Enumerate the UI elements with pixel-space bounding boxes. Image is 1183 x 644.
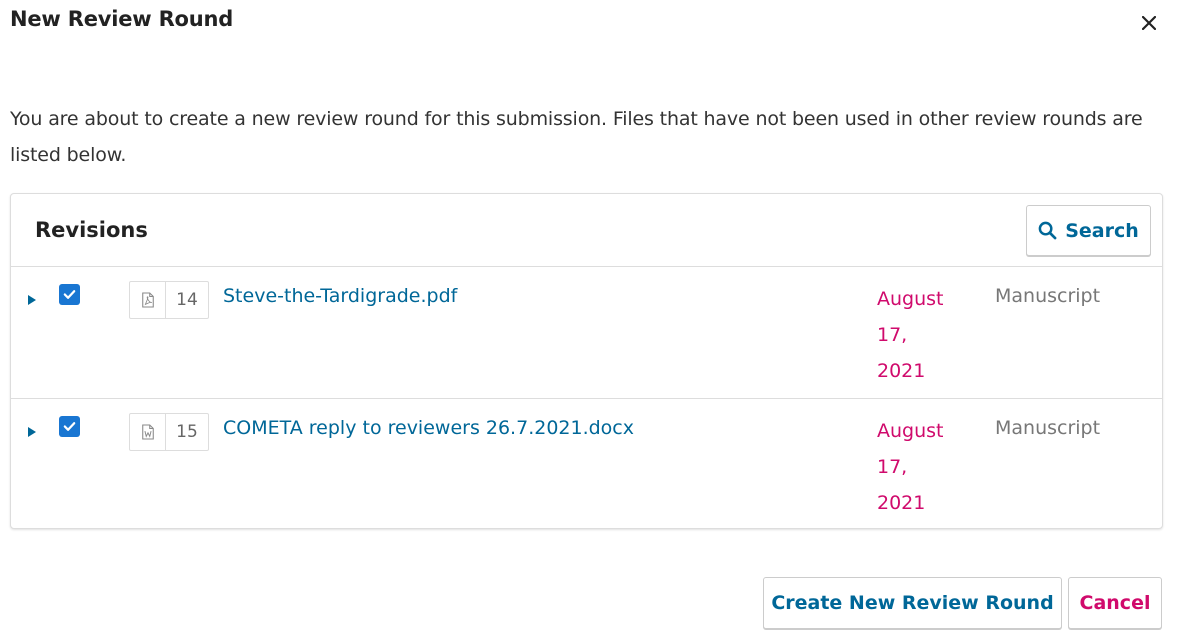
panel-title: Revisions — [35, 218, 148, 242]
file-id-badge: 15 — [129, 413, 209, 451]
pdf-file-icon — [130, 282, 166, 318]
file-row: 15 COMETA reply to reviewers 26.7.2021.d… — [11, 400, 1162, 531]
caret-right-icon — [28, 427, 36, 437]
modal-title: New Review Round — [10, 7, 234, 31]
word-file-icon — [130, 414, 166, 450]
file-name-link[interactable]: COMETA reply to reviewers 26.7.2021.docx — [223, 417, 634, 439]
search-label: Search — [1065, 219, 1139, 242]
caret-right-icon — [28, 295, 36, 305]
create-review-round-button[interactable]: Create New Review Round — [763, 577, 1062, 629]
file-date: August 17, 2021 — [877, 288, 944, 382]
file-row: 14 Steve-the-Tardigrade.pdf August 17, 2… — [11, 268, 1162, 399]
panel-header: Revisions Search — [11, 194, 1162, 267]
search-icon — [1038, 221, 1057, 240]
file-checkbox[interactable] — [59, 416, 80, 437]
intro-text: You are about to create a new review rou… — [10, 108, 1143, 166]
file-type: Manuscript — [995, 417, 1101, 439]
close-icon — [1142, 16, 1156, 30]
close-button[interactable] — [1137, 11, 1161, 35]
checkmark-icon — [63, 290, 76, 299]
file-date: August 17, 2021 — [877, 420, 944, 514]
file-checkbox[interactable] — [59, 284, 80, 305]
file-id: 14 — [176, 290, 198, 310]
revisions-panel: Revisions Search 14 Steve-the-Tardigrade… — [10, 193, 1163, 529]
file-id: 15 — [176, 422, 198, 442]
expand-row-button[interactable] — [26, 291, 38, 305]
expand-row-button[interactable] — [26, 423, 38, 437]
cancel-button[interactable]: Cancel — [1068, 577, 1162, 629]
search-button[interactable]: Search — [1026, 205, 1151, 256]
file-type: Manuscript — [995, 285, 1101, 307]
checkmark-icon — [63, 422, 76, 431]
file-name-link[interactable]: Steve-the-Tardigrade.pdf — [223, 285, 457, 307]
file-id-badge: 14 — [129, 281, 209, 319]
